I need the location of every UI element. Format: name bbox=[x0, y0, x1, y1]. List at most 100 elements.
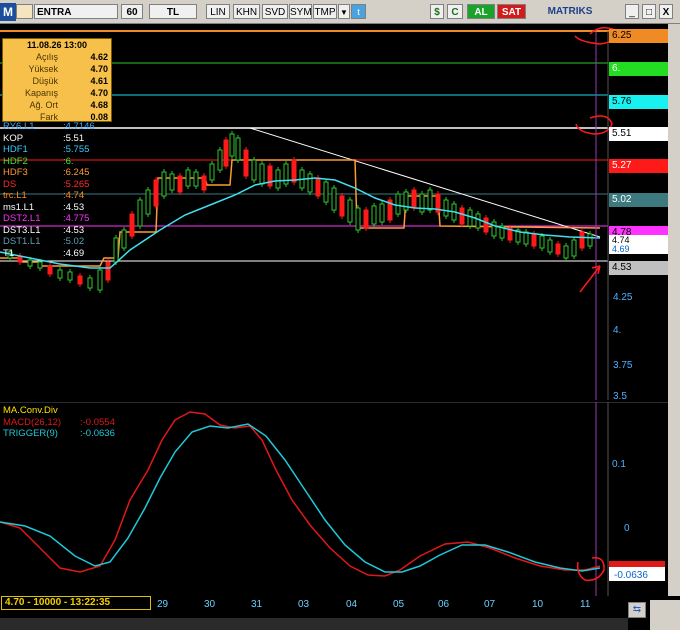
price-tag: 5.02 bbox=[609, 193, 668, 207]
candle-body bbox=[243, 149, 249, 177]
macd-axis-label: 0.1 bbox=[612, 459, 626, 470]
indicator-value: :4.53 bbox=[63, 224, 85, 236]
info-label: Açılış bbox=[35, 52, 58, 62]
indicator-name: T1 bbox=[3, 247, 15, 259]
info-row-high: Yüksek 4.70 bbox=[3, 63, 111, 75]
indicator-name: DST3.L1 bbox=[3, 224, 41, 236]
candle-body bbox=[563, 245, 569, 259]
chevron-down-icon[interactable]: ▼ bbox=[338, 4, 350, 19]
indicator-value: :5.755 bbox=[63, 144, 90, 155]
sym-button[interactable]: SYM bbox=[289, 4, 312, 19]
candle-body bbox=[153, 179, 159, 207]
candle-body bbox=[259, 163, 265, 185]
candle-body bbox=[443, 199, 449, 217]
minimize-button[interactable]: _ bbox=[625, 4, 639, 19]
sell-button[interactable]: SAT bbox=[497, 4, 526, 19]
svd-button[interactable]: SVD bbox=[262, 4, 288, 19]
price-tag: 5.76 bbox=[609, 95, 668, 109]
candle-body bbox=[531, 233, 537, 247]
price-tag: 5.51 bbox=[609, 127, 668, 141]
candle-body bbox=[355, 207, 361, 231]
info-value: 4.70 bbox=[90, 64, 108, 74]
indicator-value: :4.775 bbox=[63, 213, 90, 224]
candle-body bbox=[121, 229, 127, 249]
candle-body bbox=[97, 269, 103, 291]
price-tag: 4.53 bbox=[609, 261, 668, 275]
candle-body bbox=[475, 213, 481, 229]
bottom-strip bbox=[0, 618, 628, 630]
date-label: 30 bbox=[204, 599, 216, 610]
maximize-button[interactable]: □ bbox=[642, 4, 656, 19]
info-value: 4.70 bbox=[90, 88, 108, 98]
candle-body bbox=[47, 265, 53, 275]
indicator-name: DST1.L1 bbox=[3, 236, 41, 247]
info-row-low: Düşük 4.61 bbox=[3, 75, 111, 87]
close-button[interactable]: X bbox=[659, 4, 673, 19]
candle-body bbox=[209, 163, 215, 181]
lin-button[interactable]: LIN bbox=[206, 4, 230, 19]
macd-axis-label: 0 bbox=[624, 523, 630, 534]
date-label: 03 bbox=[298, 599, 310, 610]
candle-body bbox=[105, 261, 111, 281]
info-value: 4.62 bbox=[90, 52, 108, 62]
price-tag: 5.27 bbox=[609, 159, 668, 173]
candle-body bbox=[235, 137, 241, 161]
app-logo: M bbox=[0, 3, 16, 21]
candle-body bbox=[113, 237, 119, 263]
buy-button[interactable]: AL bbox=[467, 4, 495, 19]
date-label: 10 bbox=[532, 599, 544, 610]
indicator-value: :5.02 bbox=[63, 236, 85, 247]
candle-body bbox=[67, 271, 73, 281]
candle-body bbox=[27, 259, 33, 267]
chart-window: M ENTRA 60 TL LIN KHN SVD SYM TMP ▼ t $ … bbox=[0, 0, 680, 630]
price-axis-label: 4. bbox=[613, 325, 621, 336]
candle-body bbox=[315, 177, 321, 197]
indicator-name: ms1.L1 bbox=[3, 201, 35, 213]
macd-label: MACD(26,12) bbox=[3, 416, 62, 428]
indicator-value: :4.69 bbox=[63, 247, 85, 259]
candle-body bbox=[251, 159, 257, 181]
indicator-value: :4.74 bbox=[63, 190, 85, 201]
indicator-name: DST2.L1 bbox=[3, 213, 41, 224]
candle-body bbox=[419, 193, 425, 213]
symbol-input[interactable]: ENTRA bbox=[34, 4, 118, 19]
indicator-name: HDF1 bbox=[3, 144, 28, 155]
indicator-value: :4.53 bbox=[63, 201, 85, 213]
candle-body bbox=[217, 149, 223, 171]
info-value: 4.61 bbox=[90, 76, 108, 86]
status-readout: 4.70 - 10000 - 13:22:35 bbox=[1, 596, 151, 610]
refresh-icon[interactable]: C bbox=[447, 4, 463, 19]
currency-select[interactable]: TL bbox=[149, 4, 197, 19]
info-label: Düşük bbox=[32, 76, 58, 86]
candle-body bbox=[229, 133, 235, 157]
candle-body bbox=[579, 231, 585, 249]
period-select[interactable]: 60 bbox=[121, 4, 143, 19]
khn-button[interactable]: KHN bbox=[233, 4, 260, 19]
indicator-value: :5.51 bbox=[63, 132, 85, 144]
date-label: 05 bbox=[393, 599, 405, 610]
dollar-icon[interactable]: $ bbox=[430, 4, 444, 19]
indicator-name: RY6.L1 bbox=[3, 121, 35, 132]
candle-body bbox=[491, 221, 497, 237]
indicator-value: :6. bbox=[63, 155, 74, 167]
date-label: 31 bbox=[251, 599, 263, 610]
price-tag: 6.25 bbox=[609, 29, 668, 43]
indicator-value: :4.7146 bbox=[63, 121, 95, 132]
info-label: Fark bbox=[40, 112, 58, 122]
candle-body bbox=[571, 239, 577, 257]
candle-body bbox=[201, 175, 207, 191]
candle-body bbox=[137, 199, 143, 227]
candle-body bbox=[459, 207, 465, 225]
twitter-icon[interactable]: t bbox=[351, 4, 366, 19]
indicator-name: HDF3 bbox=[3, 167, 28, 178]
ohlc-info-box: 11.08.26 13:00 Açılış 4.62 Yüksek 4.70 Düş… bbox=[2, 38, 112, 122]
candle-body bbox=[161, 171, 167, 197]
price-axis-label: 3.75 bbox=[613, 360, 633, 371]
scroll-icon[interactable]: ⇆ bbox=[628, 602, 646, 618]
date-label: 29 bbox=[157, 599, 169, 610]
date-label: 07 bbox=[484, 599, 496, 610]
price-axis-label: 4.25 bbox=[613, 292, 633, 303]
tmp-button[interactable]: TMP bbox=[313, 4, 337, 19]
chart-type-icon[interactable] bbox=[16, 4, 33, 19]
date-label: 06 bbox=[438, 599, 450, 610]
